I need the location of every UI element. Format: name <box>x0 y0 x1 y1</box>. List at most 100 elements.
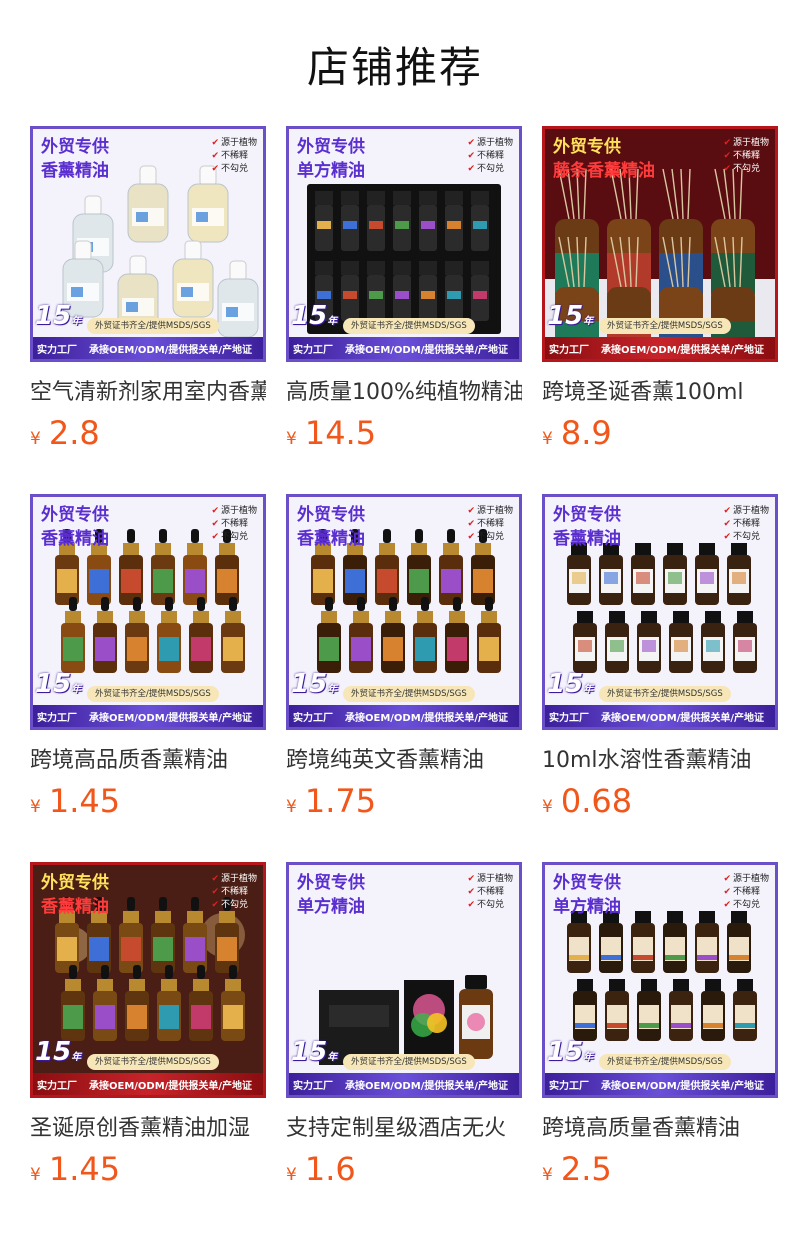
price-value: 1.45 <box>48 1150 121 1188</box>
product-image[interactable]: 外贸专供 单方精油 ✔ 源于植物 ✔ 不稀释 ✔ 不勾兑 15年 外贸证书齐全/提供M… <box>286 862 522 1098</box>
product-name[interactable]: 空气清新剂家用室内香薰 <box>30 378 266 408</box>
product-card[interactable]: 外贸专供 香薰精油 ✔ 源于植物 ✔ 不稀释 ✔ 不勾兑 15年 外贸证书齐全/提供M… <box>542 494 778 824</box>
badge-row: 15年 外贸证书齐全/提供MSDS/SGS <box>545 303 775 337</box>
product-name[interactable]: 圣诞原创香薰精油加湿 <box>30 1114 266 1144</box>
check-icon: ✔ <box>723 164 731 174</box>
product-name[interactable]: 跨境高品质香薰精油 <box>30 746 266 776</box>
promo-tag: 外贸专供 香薰精油 <box>553 503 621 551</box>
product-card[interactable]: 外贸专供 单方精油 ✔ 源于植物 ✔ 不稀释 ✔ 不勾兑 15年 外贸证书齐全/提供M… <box>286 126 522 456</box>
promo-tag: 外贸专供 香薰精油 <box>297 503 365 551</box>
years-badge: 15年 <box>291 669 338 699</box>
product-image[interactable]: 外贸专供 香薰精油 ✔ 源于植物 ✔ 不稀释 ✔ 不勾兑 15年 外贸证书齐全/提供M… <box>30 862 266 1098</box>
factory-bar: 实力工厂 承接OEM/ODM/提供报关单/产地证 <box>289 337 519 359</box>
feature-checklist: ✔ 源于植物 ✔ 不稀释 ✔ 不勾兑 <box>467 505 513 544</box>
factory-label: 实力工厂 <box>549 1080 589 1092</box>
feature-checklist: ✔ 源于植物 ✔ 不稀释 ✔ 不勾兑 <box>723 873 769 912</box>
cert-pill: 外贸证书齐全/提供MSDS/SGS <box>87 686 219 702</box>
promo-tag-line2: 单方精油 <box>297 897 365 917</box>
promo-tag-line1: 外贸专供 <box>553 137 621 157</box>
factory-bar: 实力工厂 承接OEM/ODM/提供报关单/产地证 <box>545 705 775 727</box>
feature-checklist: ✔ 源于植物 ✔ 不稀释 ✔ 不勾兑 <box>467 137 513 176</box>
years-badge: 15年 <box>547 1037 594 1067</box>
feature-item: ✔ 源于植物 <box>467 138 513 148</box>
product-image[interactable]: 外贸专供 藤条香薰精油 ✔ 源于植物 ✔ 不稀释 ✔ 不勾兑 15年 外贸证书齐全/提… <box>542 126 778 362</box>
feature-checklist: ✔ 源于植物 ✔ 不稀释 ✔ 不勾兑 <box>723 137 769 176</box>
product-name[interactable]: 跨境圣诞香薰100ml <box>542 378 778 408</box>
product-card[interactable]: 外贸专供 单方精油 ✔ 源于植物 ✔ 不稀释 ✔ 不勾兑 15年 外贸证书齐全/提供M… <box>286 862 522 1192</box>
product-image[interactable]: 外贸专供 香薰精油 ✔ 源于植物 ✔ 不稀释 ✔ 不勾兑 15年 外贸证书齐全/提供M… <box>542 494 778 730</box>
feature-item: ✔ 不稀释 <box>723 151 760 161</box>
product-name[interactable]: 跨境高质量香薰精油 <box>542 1114 778 1144</box>
product-name[interactable]: 支持定制星级酒店无火 <box>286 1114 522 1144</box>
price-value: 14.5 <box>304 414 377 452</box>
price-value: 2.5 <box>560 1150 612 1188</box>
badge-row: 15年 外贸证书齐全/提供MSDS/SGS <box>545 1039 775 1073</box>
product-card[interactable]: 外贸专供 香薰精油 ✔ 源于植物 ✔ 不稀释 ✔ 不勾兑 15年 外贸证书齐全/提供M… <box>30 862 266 1192</box>
cert-pill: 外贸证书齐全/提供MSDS/SGS <box>343 1054 475 1070</box>
product-name[interactable]: 高质量100%纯植物精油 <box>286 378 522 408</box>
cert-pill: 外贸证书齐全/提供MSDS/SGS <box>599 318 731 334</box>
factory-bar: 实力工厂 承接OEM/ODM/提供报关单/产地证 <box>545 1073 775 1095</box>
badge-row: 15年 外贸证书齐全/提供MSDS/SGS <box>33 1039 263 1073</box>
product-card[interactable]: 外贸专供 香薰精油 ✔ 源于植物 ✔ 不稀释 ✔ 不勾兑 15年 外贸证书齐全/提供M… <box>30 126 266 456</box>
cert-pill: 外贸证书齐全/提供MSDS/SGS <box>343 686 475 702</box>
check-icon: ✔ <box>467 506 475 516</box>
factory-bar: 实力工厂 承接OEM/ODM/提供报关单/产地证 <box>289 1073 519 1095</box>
product-card[interactable]: 外贸专供 香薰精油 ✔ 源于植物 ✔ 不稀释 ✔ 不勾兑 15年 外贸证书齐全/提供M… <box>30 494 266 824</box>
product-image[interactable]: 外贸专供 单方精油 ✔ 源于植物 ✔ 不稀释 ✔ 不勾兑 15年 外贸证书齐全/提供M… <box>286 126 522 362</box>
check-icon: ✔ <box>467 887 475 897</box>
feature-item: ✔ 源于植物 <box>723 138 769 148</box>
page-title: 店铺推荐 <box>306 43 483 92</box>
check-icon: ✔ <box>723 519 731 529</box>
feature-item: ✔ 不勾兑 <box>211 900 248 910</box>
currency-symbol: ¥ <box>286 797 297 817</box>
badge-row: 15年 外贸证书齐全/提供MSDS/SGS <box>289 1039 519 1073</box>
feature-item: ✔ 源于植物 <box>723 506 769 516</box>
feature-item: ✔ 不稀释 <box>467 519 504 529</box>
check-icon: ✔ <box>211 519 219 529</box>
product-image[interactable]: 外贸专供 香薰精油 ✔ 源于植物 ✔ 不稀释 ✔ 不勾兑 15年 外贸证书齐全/提供M… <box>286 494 522 730</box>
product-image[interactable]: 外贸专供 香薰精油 ✔ 源于植物 ✔ 不稀释 ✔ 不勾兑 15年 外贸证书齐全/提供M… <box>30 126 266 362</box>
check-icon: ✔ <box>723 900 731 910</box>
feature-item: ✔ 源于植物 <box>211 506 257 516</box>
check-icon: ✔ <box>723 138 731 148</box>
product-name[interactable]: 跨境纯英文香薰精油 <box>286 746 522 776</box>
price-value: 1.6 <box>304 1150 356 1188</box>
promo-tag-line2: 单方精油 <box>553 897 621 917</box>
check-icon: ✔ <box>467 138 475 148</box>
feature-item: ✔ 不勾兑 <box>723 532 760 542</box>
check-icon: ✔ <box>467 519 475 529</box>
cert-pill: 外贸证书齐全/提供MSDS/SGS <box>87 318 219 334</box>
years-badge: 15年 <box>35 669 82 699</box>
product-price: ¥1.6 <box>286 1150 356 1190</box>
promo-tag-line1: 外贸专供 <box>297 873 365 893</box>
years-badge: 15年 <box>547 301 594 331</box>
promo-tag-line1: 外贸专供 <box>297 505 365 525</box>
promo-tag-line2: 香薰精油 <box>297 529 365 549</box>
product-card[interactable]: 外贸专供 香薰精油 ✔ 源于植物 ✔ 不稀释 ✔ 不勾兑 15年 外贸证书齐全/提供M… <box>286 494 522 824</box>
product-name[interactable]: 10ml水溶性香薰精油 <box>542 746 778 776</box>
feature-checklist: ✔ 源于植物 ✔ 不稀释 ✔ 不勾兑 <box>723 505 769 544</box>
feature-checklist: ✔ 源于植物 ✔ 不稀释 ✔ 不勾兑 <box>211 137 257 176</box>
product-price: ¥0.68 <box>542 782 632 822</box>
check-icon: ✔ <box>211 138 219 148</box>
check-icon: ✔ <box>467 532 475 542</box>
product-price: ¥1.45 <box>30 782 120 822</box>
promo-tag-line1: 外贸专供 <box>41 873 109 893</box>
check-icon: ✔ <box>467 874 475 884</box>
product-image[interactable]: 外贸专供 单方精油 ✔ 源于植物 ✔ 不稀释 ✔ 不勾兑 15年 外贸证书齐全/提供M… <box>542 862 778 1098</box>
promo-tag: 外贸专供 香薰精油 <box>41 871 109 919</box>
price-value: 2.8 <box>48 414 100 452</box>
promo-tag-line2: 香薰精油 <box>41 529 109 549</box>
product-card[interactable]: 外贸专供 单方精油 ✔ 源于植物 ✔ 不稀释 ✔ 不勾兑 15年 外贸证书齐全/提供M… <box>542 862 778 1192</box>
product-card[interactable]: 外贸专供 藤条香薰精油 ✔ 源于植物 ✔ 不稀释 ✔ 不勾兑 15年 外贸证书齐全/提… <box>542 126 778 456</box>
factory-label: 实力工厂 <box>293 1080 333 1092</box>
feature-item: ✔ 不稀释 <box>723 519 760 529</box>
product-image[interactable]: 外贸专供 香薰精油 ✔ 源于植物 ✔ 不稀释 ✔ 不勾兑 15年 外贸证书齐全/提供M… <box>30 494 266 730</box>
promo-tag-line2: 香薰精油 <box>41 897 109 917</box>
oem-label: 承接OEM/ODM/提供报关单/产地证 <box>345 344 508 356</box>
feature-item: ✔ 不勾兑 <box>211 532 248 542</box>
promo-tag: 外贸专供 藤条香薰精油 <box>553 135 655 183</box>
promo-tag: 外贸专供 单方精油 <box>553 871 621 919</box>
currency-symbol: ¥ <box>30 429 41 449</box>
